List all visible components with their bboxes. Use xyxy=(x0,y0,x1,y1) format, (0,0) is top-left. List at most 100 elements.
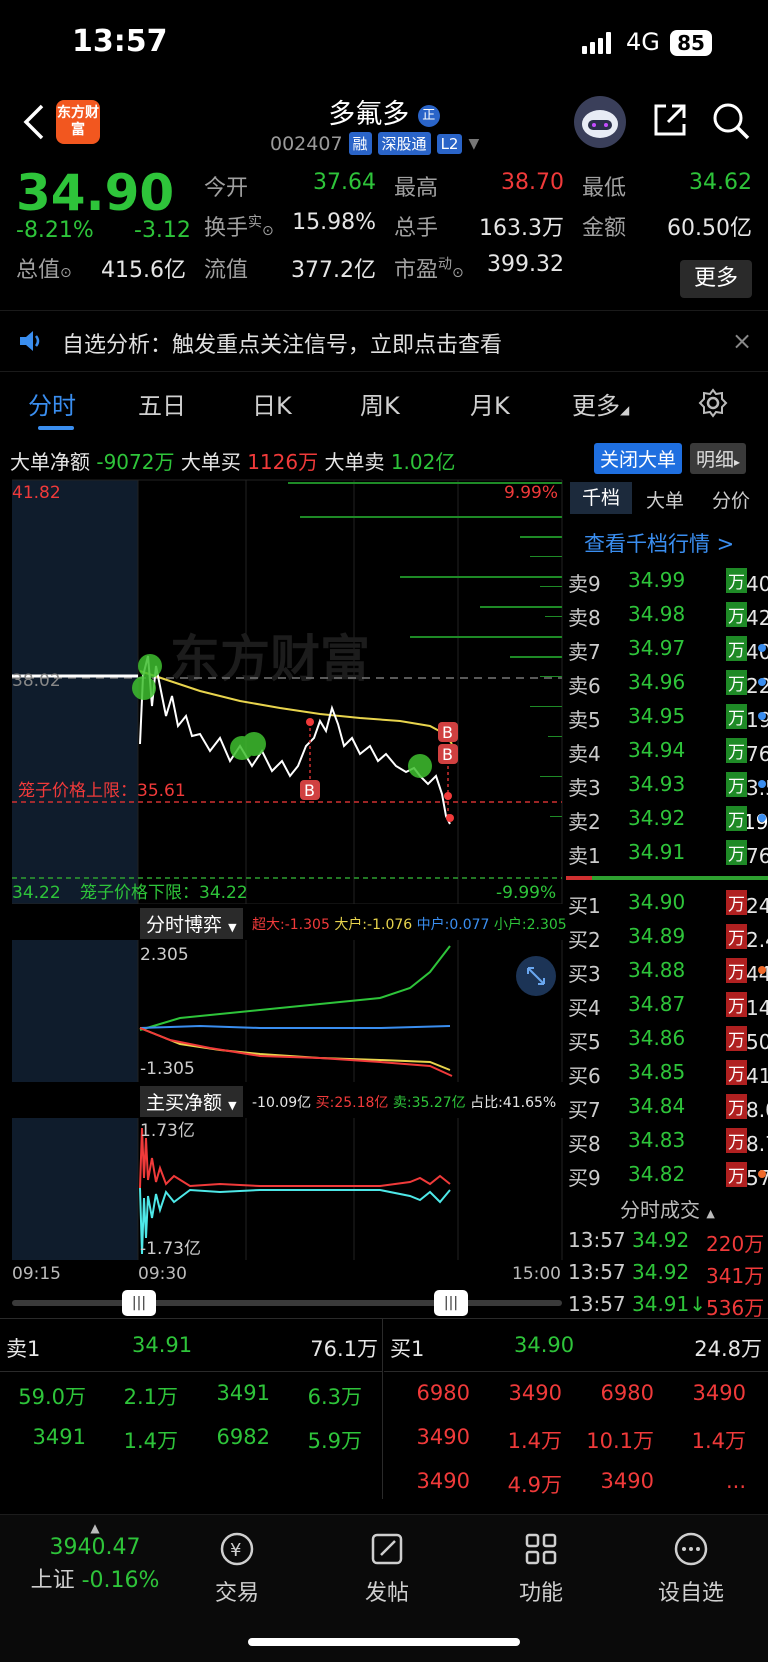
net-panel-selector[interactable]: 主买净额 ▼ xyxy=(140,1086,243,1117)
level-price: 34.92 xyxy=(628,806,686,830)
tab-five-day[interactable]: 五日 xyxy=(138,386,186,421)
queue-item: 3490 xyxy=(416,1469,470,1493)
level-price: 34.88 xyxy=(628,958,686,982)
chevron-down-icon[interactable]: ▼ xyxy=(468,136,479,152)
orderbook.asks-row[interactable]: 卖834.9842.5万 xyxy=(566,598,768,632)
index-widget[interactable]: ▲ 3940.47 上证 -0.16% xyxy=(20,1521,170,1594)
notice-bar[interactable]: 自选分析：触发重点关注信号，立即点击查看 × xyxy=(0,310,768,372)
svg-text:9.99%: 9.99% xyxy=(504,483,558,503)
svg-text:38.02: 38.02 xyxy=(12,671,61,691)
svg-text:B: B xyxy=(442,745,453,764)
nav-functions[interactable]: 功能 xyxy=(466,1529,616,1607)
game-panel-values: 超大:-1.305 大户:-1.076 中户:0.077 小户:2.305 xyxy=(252,917,567,933)
intraday-price-chart[interactable]: 东方财富 B B B 41.82 9.99% 38.02 笼子价格上限：35.6… xyxy=(0,476,566,904)
settings-gear-icon[interactable] xyxy=(698,388,728,422)
stat-value-low: 34.62 xyxy=(689,170,752,195)
orderbook-tab-big[interactable]: 大单 xyxy=(646,486,684,513)
grid-icon xyxy=(525,1533,557,1565)
orderbook.asks-row[interactable]: 卖734.9740.9万 xyxy=(566,632,768,666)
detail-button[interactable]: 明细▸ xyxy=(690,443,747,474)
trade-price: 34.91↓ xyxy=(632,1292,707,1316)
level-price: 34.93 xyxy=(628,772,686,796)
tab-daily-k[interactable]: 日K xyxy=(252,386,292,421)
queue-item: 2.1万 xyxy=(123,1385,178,1409)
range-slider-handle-left[interactable]: ||| xyxy=(122,1290,156,1316)
trade-price: 34.92 xyxy=(632,1260,690,1284)
tag-margin: 融 xyxy=(348,132,372,155)
level-price: 34.87 xyxy=(628,992,686,1016)
level-unit: 万 xyxy=(726,806,747,831)
orderbook-tab-depth[interactable]: 千档 xyxy=(570,482,632,514)
more-button[interactable]: 更多 xyxy=(680,260,752,298)
trade-row: 13:57 34.91↓ 536万 xyxy=(566,1288,768,1322)
level-unit: 万 xyxy=(726,890,747,915)
notice-text[interactable]: 自选分析：触发重点关注信号，立即点击查看 xyxy=(62,327,502,359)
close-icon[interactable]: × xyxy=(732,327,752,355)
orderbook.asks-row[interactable]: 卖934.9940.9万 xyxy=(566,564,768,598)
orderbook.bids-row[interactable]: 买434.8714.6万 xyxy=(566,988,768,1022)
level-label: 买1 xyxy=(568,894,601,918)
net-panel-chart[interactable]: 1.73亿 -1.73亿 xyxy=(0,1118,566,1260)
level-unit: 万 xyxy=(726,772,747,797)
speaker-icon xyxy=(18,329,44,357)
orderbook.bids-row[interactable]: 买634.8541.8万 xyxy=(566,1056,768,1090)
nav-post[interactable]: 发帖 xyxy=(312,1529,462,1607)
level-price: 34.99 xyxy=(628,568,686,592)
share-icon[interactable] xyxy=(650,100,690,144)
trades-title[interactable]: 分时成交 ▲ xyxy=(620,1194,715,1223)
game-panel-chart[interactable]: 2.305 -1.305 xyxy=(0,940,566,1082)
orderbook.bids-row[interactable]: 买334.8844.8万 xyxy=(566,954,768,988)
orderbook-tab-price[interactable]: 分价 xyxy=(712,486,750,513)
tab-more[interactable]: 更多◢ xyxy=(572,386,629,421)
orderbook.bids-row[interactable]: 买734.848.0万 xyxy=(566,1090,768,1124)
time-label-close: 15:00 xyxy=(512,1264,561,1284)
depth-link[interactable]: 查看千档行情 > xyxy=(584,528,734,558)
stat-label-volume: 总手 xyxy=(394,216,439,241)
stat-value-turnover: 15.98% xyxy=(292,210,376,235)
queue-item: 5.9万 xyxy=(307,1429,362,1453)
orderbook.asks-row[interactable]: 卖234.92197万 xyxy=(566,802,768,836)
home-indicator[interactable] xyxy=(248,1638,520,1646)
tab-active-indicator xyxy=(38,426,74,430)
svg-text:B: B xyxy=(304,781,315,800)
change-percent: -8.21% xyxy=(16,218,94,243)
order-book: 千档 大单 分价 查看千档行情 > 卖934.9940.9万卖834.9842.… xyxy=(566,476,768,1320)
svg-text:41.82: 41.82 xyxy=(12,483,61,503)
tab-monthly-k[interactable]: 月K xyxy=(470,386,510,421)
level-price: 34.97 xyxy=(628,636,686,660)
stat-value-amount: 60.50亿 xyxy=(667,216,752,241)
nav-trade[interactable]: ¥ 交易 xyxy=(162,1529,312,1607)
trade-volume: 536万 xyxy=(706,1296,765,1320)
level-unit: 万 xyxy=(726,840,747,865)
order-queue: 卖1 34.91 76.1万 买1 34.90 24.8万 59.0万 2.1万 3… xyxy=(0,1318,768,1514)
range-slider-track[interactable] xyxy=(12,1300,562,1306)
orderbook.asks-row[interactable]: 卖634.9622.0万 xyxy=(566,666,768,700)
index-value: 3940.47 xyxy=(49,1535,141,1560)
tab-weekly-k[interactable]: 周K xyxy=(360,386,400,421)
orderbook.bids-row[interactable]: 买934.8257.8万 xyxy=(566,1158,768,1192)
nav-add-watchlist[interactable]: 设自选 xyxy=(616,1529,766,1607)
network-type: 4G xyxy=(626,28,660,56)
orderbook.asks-row[interactable]: 卖434.9476.5万 xyxy=(566,734,768,768)
time-axis: 09:15 09:30 15:00 ||| ||| xyxy=(0,1262,566,1318)
stat-label-float: 流值 xyxy=(204,258,249,283)
orderbook.asks-row[interactable]: 卖334.933.5万 xyxy=(566,768,768,802)
trade-time: 13:57 xyxy=(568,1228,626,1252)
level-unit: 万 xyxy=(726,704,747,729)
orderbook.asks-row[interactable]: 卖134.9176.1万 xyxy=(566,836,768,870)
orderbook.bids-row[interactable]: 买534.8650.2万 xyxy=(566,1022,768,1056)
robot-avatar-icon[interactable] xyxy=(574,96,626,148)
tab-intraday[interactable]: 分时 xyxy=(28,386,76,421)
svg-text:-1.305: -1.305 xyxy=(140,1059,195,1079)
orderbook.bids-row[interactable]: 买134.9024.8万 xyxy=(566,886,768,920)
clock: 13:57 xyxy=(72,24,168,59)
close-big-order-button[interactable]: 关闭大单 xyxy=(594,443,683,474)
orderbook.asks-row[interactable]: 卖534.9519.2万 xyxy=(566,700,768,734)
game-panel-selector[interactable]: 分时博弈 ▼ xyxy=(140,908,243,939)
orderbook.bids-row[interactable]: 买834.838.7万 xyxy=(566,1124,768,1158)
buy-queue-grid: 6980 3490 6980 3490 3490 1.4万 10.1万 1.4万 3490 4.9… xyxy=(384,1381,768,1511)
range-slider-handle-right[interactable]: ||| xyxy=(434,1290,468,1316)
stat-label-high: 最高 xyxy=(394,176,439,201)
orderbook.bids-row[interactable]: 买234.892.4万 xyxy=(566,920,768,954)
search-icon[interactable] xyxy=(710,100,752,146)
